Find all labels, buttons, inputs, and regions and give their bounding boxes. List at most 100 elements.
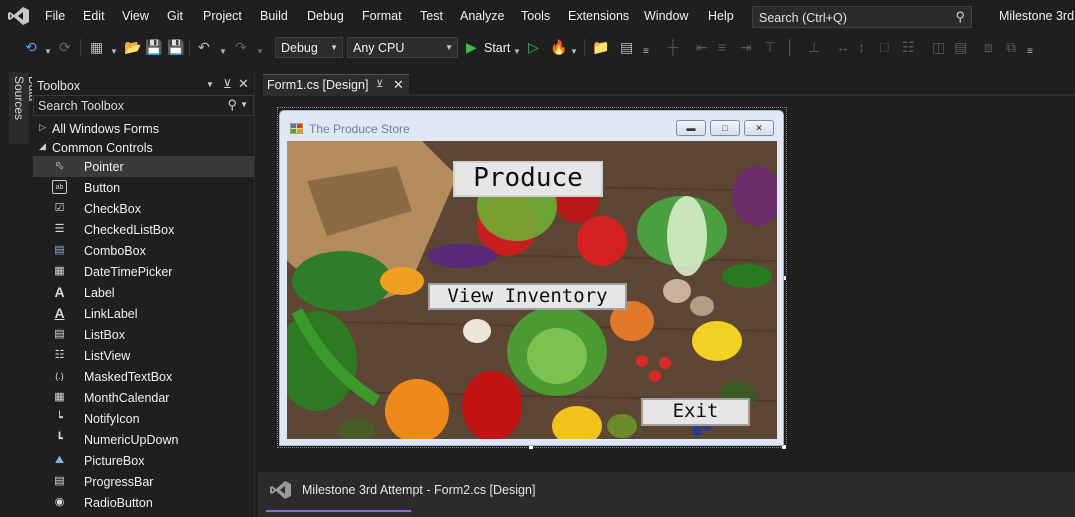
menu-project[interactable]: Project xyxy=(203,9,242,23)
tool-numericupdown[interactable]: ┗ NumericUpDown xyxy=(33,429,254,450)
menu-git[interactable]: Git xyxy=(167,9,183,23)
align-lefts-icon[interactable]: ⇤ xyxy=(696,38,708,56)
button-control-icon: ab xyxy=(52,180,67,194)
tool-checkbox[interactable]: ☑ CheckBox xyxy=(33,198,254,219)
toolbar-overflow-icon[interactable]: ≡ xyxy=(643,43,649,61)
maximize-icon[interactable]: □ xyxy=(710,120,740,136)
tool-monthcalendar[interactable]: ▦ MonthCalendar xyxy=(33,387,254,408)
tool-button[interactable]: ab Button xyxy=(33,177,254,198)
chevron-down-icon[interactable]: ▼ xyxy=(256,43,264,61)
tab-form1-design[interactable]: Form1.cs [Design] ⊻ ✕ xyxy=(263,74,409,94)
navigate-forward-icon[interactable]: ⟳ xyxy=(59,38,71,56)
chevron-down-icon[interactable]: ▼ xyxy=(570,43,578,61)
toolbox-group-all-windows-forms[interactable]: ▷ All Windows Forms xyxy=(32,119,255,138)
form2-design-window[interactable]: Milestone 3rd Attempt - Form2.cs [Design… xyxy=(258,472,1075,517)
menu-tools[interactable]: Tools xyxy=(521,9,550,23)
open-folder-icon[interactable]: 📂 xyxy=(124,38,141,56)
solution-explorer-icon[interactable]: 📁 xyxy=(592,38,609,56)
menu-format[interactable]: Format xyxy=(362,9,402,23)
new-project-icon[interactable]: ▦ xyxy=(90,38,103,56)
menu-edit[interactable]: Edit xyxy=(83,9,105,23)
chevron-down-icon[interactable]: ▼ xyxy=(513,43,521,61)
pin-icon[interactable]: ⊻ xyxy=(223,77,232,91)
window-position-icon[interactable]: ▼ xyxy=(206,80,214,89)
menu-extensions[interactable]: Extensions xyxy=(568,9,629,23)
menu-view[interactable]: View xyxy=(122,9,149,23)
align-centers-icon[interactable]: ≡ xyxy=(718,38,726,56)
save-all-icon[interactable]: 💾 xyxy=(167,38,184,56)
menu-debug[interactable]: Debug xyxy=(307,9,344,23)
vertical-spacing-icon[interactable]: ▤ xyxy=(954,38,967,56)
align-to-grid-icon[interactable]: ┼ xyxy=(668,38,678,56)
hot-reload-icon[interactable]: 🔥 xyxy=(550,38,567,56)
designer-form[interactable]: The Produce Store ▬ □ ✕ Produce View Inv… xyxy=(279,110,784,446)
data-sources-tab[interactable]: Data Sources xyxy=(9,72,40,144)
exit-button[interactable]: Exit xyxy=(641,398,750,426)
close-icon[interactable]: ✕ xyxy=(744,120,774,136)
undo-icon[interactable]: ↶ xyxy=(198,38,210,56)
radio-button-icon: ◉ xyxy=(54,496,65,508)
listview-icon: ☷ xyxy=(54,349,65,361)
close-icon[interactable]: ✕ xyxy=(238,76,249,92)
tool-combobox[interactable]: ▤ ComboBox xyxy=(33,240,254,261)
tool-label[interactable]: A Label xyxy=(33,282,254,303)
align-middles-icon[interactable]: │ xyxy=(786,38,795,56)
start-play-icon[interactable]: ▶ xyxy=(466,38,477,56)
minimize-icon[interactable]: ▬ xyxy=(676,120,706,136)
tool-listview[interactable]: ☷ ListView xyxy=(33,345,254,366)
make-same-width-icon[interactable]: ↔ xyxy=(836,38,850,56)
form-window-icon xyxy=(290,123,303,134)
toolbar-overflow-icon[interactable]: ≡ xyxy=(1027,43,1033,61)
chevron-down-icon[interactable]: ▼ xyxy=(110,43,118,61)
align-bottoms-icon[interactable]: ⊥ xyxy=(808,38,820,56)
save-icon[interactable]: 💾 xyxy=(145,38,162,56)
tool-radiobutton[interactable]: ◉ RadioButton xyxy=(33,492,254,513)
tool-progressbar[interactable]: ▤ ProgressBar xyxy=(33,471,254,492)
window-layout-icon[interactable]: ▤ xyxy=(620,38,633,56)
pin-icon[interactable]: ⊻ xyxy=(376,79,383,90)
start-without-debugging-icon[interactable]: ▷ xyxy=(528,38,539,56)
menu-analyze[interactable]: Analyze xyxy=(460,9,504,23)
combobox-icon: ▤ xyxy=(54,244,65,256)
search-box[interactable]: Search (Ctrl+Q) ⚲ xyxy=(752,6,972,28)
toolbox-group-common-controls[interactable]: ◢ Common Controls xyxy=(32,138,255,157)
visual-studio-logo-icon[interactable] xyxy=(8,6,30,26)
bring-to-front-icon[interactable]: ⧈ xyxy=(984,38,993,56)
size-to-grid-icon[interactable]: ☷ xyxy=(902,38,915,56)
align-rights-icon[interactable]: ⇥ xyxy=(740,38,752,56)
toolbox-title: Toolbox xyxy=(37,79,81,93)
horizontal-spacing-icon[interactable]: ◫ xyxy=(932,38,945,56)
toolbox-search-input[interactable]: Search Toolbox ⚲ ▼ xyxy=(33,95,254,116)
view-inventory-button[interactable]: View Inventory xyxy=(428,283,627,310)
menu-build[interactable]: Build xyxy=(260,9,288,23)
tool-maskedtextbox[interactable]: (.) MaskedTextBox xyxy=(33,366,254,387)
redo-icon[interactable]: ↷ xyxy=(235,38,247,56)
tool-notifyicon[interactable]: ┕ NotifyIcon xyxy=(33,408,254,429)
month-calendar-icon: ▦ xyxy=(54,391,65,403)
menu-file[interactable]: File xyxy=(45,9,65,23)
tool-listbox[interactable]: ▤ ListBox xyxy=(33,324,254,345)
solution-platform-dropdown[interactable]: Any CPU ▼ xyxy=(347,37,458,58)
tool-label: Pointer xyxy=(84,160,124,174)
search-icon: ⚲ xyxy=(227,97,237,112)
send-to-back-icon[interactable]: ⧉ xyxy=(1006,38,1016,56)
tool-pointer[interactable]: ⬁ Pointer xyxy=(33,156,254,177)
align-tops-icon[interactable]: ⊤ xyxy=(764,38,776,56)
menu-help[interactable]: Help xyxy=(708,9,734,23)
label-control-icon: A xyxy=(54,284,65,300)
menu-window[interactable]: Window xyxy=(644,9,688,23)
chevron-down-icon[interactable]: ▼ xyxy=(44,43,52,61)
solution-name[interactable]: Milestone 3rd xyxy=(999,9,1074,23)
tool-checkedlistbox[interactable]: ☰ CheckedListBox xyxy=(33,219,254,240)
make-same-height-icon[interactable]: ↕ xyxy=(858,38,865,56)
menu-test[interactable]: Test xyxy=(420,9,443,23)
make-same-size-icon[interactable]: □ xyxy=(880,38,888,56)
start-button-label[interactable]: Start xyxy=(484,39,510,57)
tool-linklabel[interactable]: A LinkLabel xyxy=(33,303,254,324)
close-icon[interactable]: ✕ xyxy=(393,77,404,93)
solution-configuration-dropdown[interactable]: Debug ▼ xyxy=(275,37,343,58)
tool-picturebox[interactable]: ⛰ PictureBox xyxy=(33,450,254,471)
tool-datetimepicker[interactable]: ▦ DateTimePicker xyxy=(33,261,254,282)
chevron-down-icon[interactable]: ▼ xyxy=(219,43,227,61)
navigate-back-icon[interactable]: ⟲ xyxy=(25,38,37,56)
